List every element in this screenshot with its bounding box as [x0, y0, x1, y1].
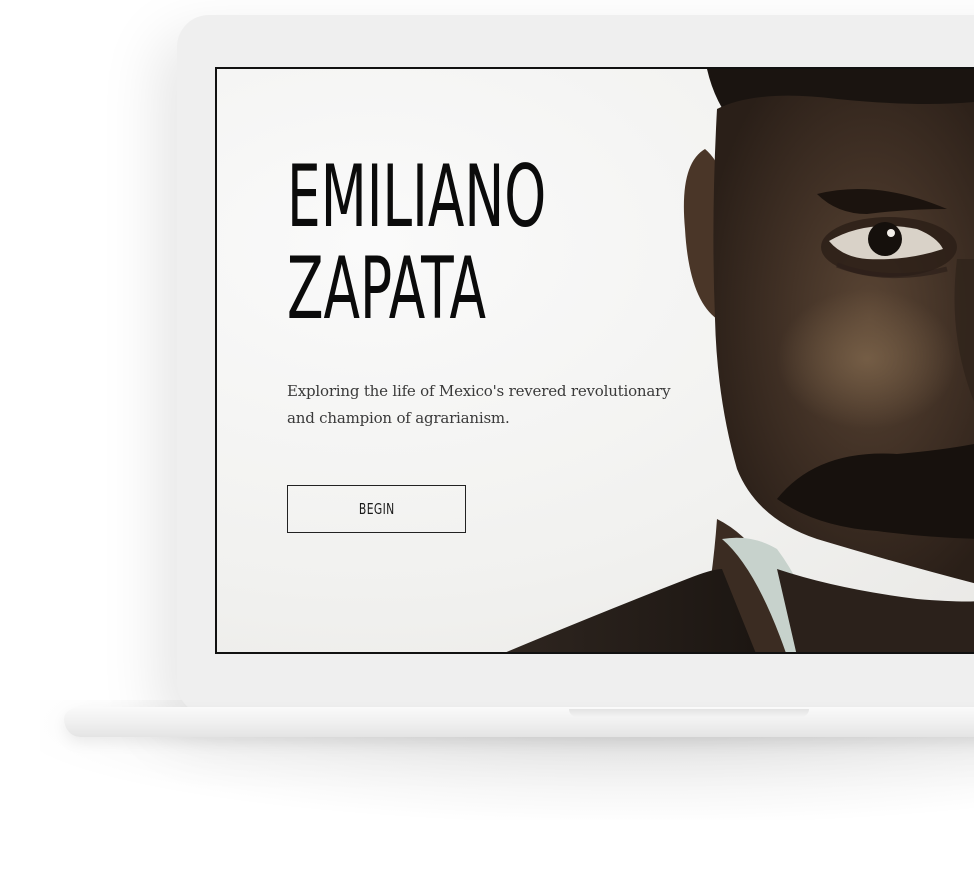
- laptop-notch: [569, 709, 809, 717]
- begin-button-label: BEGIN: [358, 500, 395, 518]
- hero-title-line2: ZAPATA: [287, 239, 486, 339]
- hero-subtitle: Exploring the life of Mexico's revered r…: [287, 382, 671, 427]
- laptop-screen: EMILIANO ZAPATA Exploring the life of Me…: [215, 67, 974, 654]
- laptop-base: [64, 707, 974, 737]
- mockup-stage: EMILIANO ZAPATA Exploring the life of Me…: [0, 0, 974, 872]
- hero-title-line1: EMILIANO: [287, 147, 547, 247]
- hero-title: EMILIANO ZAPATA: [287, 151, 546, 335]
- begin-button[interactable]: BEGIN: [287, 485, 466, 533]
